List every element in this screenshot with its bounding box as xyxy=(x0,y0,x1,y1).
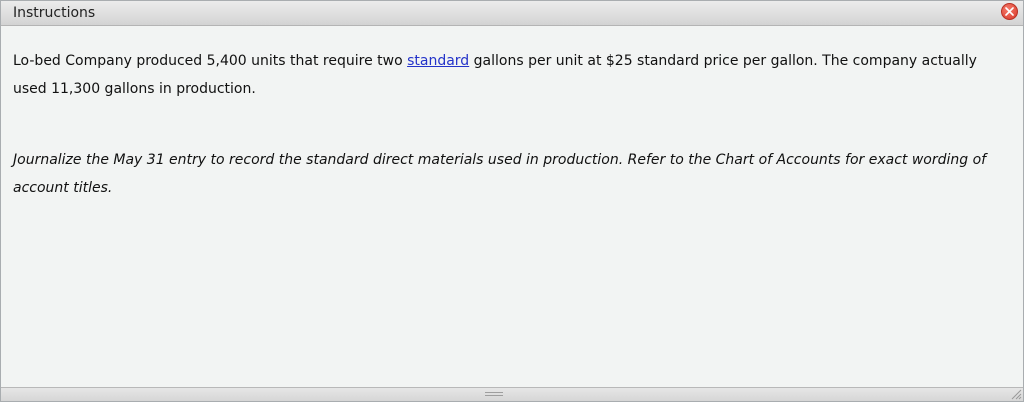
dialog-titlebar[interactable]: Instructions xyxy=(1,1,1023,26)
instructions-dialog: Instructions Lo-bed Company produced 5,4… xyxy=(0,0,1024,402)
dialog-bottom-bar xyxy=(1,387,1023,401)
resize-corner-icon[interactable] xyxy=(1011,389,1022,400)
task-instruction: Journalize the May 31 entry to record th… xyxy=(13,152,987,196)
dialog-title: Instructions xyxy=(13,5,96,21)
close-button[interactable] xyxy=(1001,3,1018,20)
problem-text-start: Lo-bed Company produced 5,400 units that… xyxy=(13,53,408,69)
close-icon xyxy=(1005,7,1014,16)
instructions-content: Lo-bed Company produced 5,400 units that… xyxy=(13,47,1013,202)
resize-grip[interactable] xyxy=(485,392,503,396)
standard-link[interactable]: standard xyxy=(407,53,469,69)
problem-text: Lo-bed Company produced 5,400 units that… xyxy=(13,47,1013,103)
